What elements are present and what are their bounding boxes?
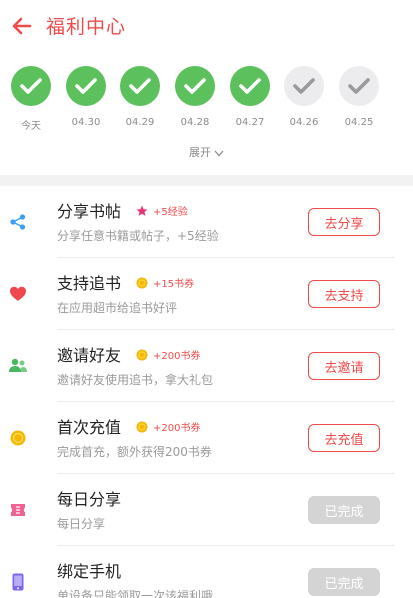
coin-icon [136, 421, 148, 432]
task-action-button[interactable]: 去分享 [308, 208, 380, 236]
task-completed-button: 已完成 [308, 568, 380, 596]
coin-icon [136, 277, 148, 288]
task-completed-button: 已完成 [308, 496, 380, 524]
friends-icon [8, 356, 28, 376]
task-action-button[interactable]: 去充值 [308, 424, 380, 452]
task-row: 分享书帖 +5经验分享任意书籍或帖子，+5经验 去分享 [0, 186, 413, 258]
checkin-day-label: 04.26 [289, 117, 319, 128]
checkin-day-label: 04.29 [125, 117, 155, 128]
checkin-done-circle [120, 66, 160, 106]
task-row: 绑定手机单设备只能领取一次该福利哦 已完成 [0, 546, 413, 598]
checkin-done-circle [11, 66, 51, 106]
page-title: 福利中心 [46, 16, 127, 38]
checkin-day: 今天 [8, 66, 54, 132]
phone-icon [8, 572, 28, 592]
checkin-day: 04.27 [227, 66, 273, 128]
task-reward: +200书券 [136, 419, 200, 434]
task-title: 支持追书 [57, 274, 122, 293]
section-divider [0, 175, 413, 186]
header: 福利中心 [0, 0, 413, 52]
star-icon [136, 205, 148, 216]
task-action-button[interactable]: 去邀请 [308, 352, 380, 380]
task-reward-label: +5经验 [153, 207, 188, 218]
checkin-day: 04.30 [63, 66, 109, 128]
check-icon [239, 78, 261, 94]
checkin-row: 今天 04.30 04.29 04.28 04.27 04.26 04.25 [0, 66, 413, 136]
task-reward-label: +200书券 [153, 423, 201, 434]
checkin-day-label: 04.25 [344, 117, 374, 128]
task-description: 在应用超市给追书好评 [57, 301, 178, 315]
check-icon [129, 78, 151, 94]
task-row: 支持追书 +15书券在应用超市给追书好评 去支持 [0, 258, 413, 330]
check-icon [20, 78, 42, 94]
task-row: 每日分享 每日分享 已完成 [0, 474, 413, 546]
ticket-icon [8, 500, 28, 520]
task-title: 绑定手机 [57, 562, 122, 581]
heart-icon [8, 284, 28, 304]
checkin-day: 04.29 [117, 66, 163, 128]
check-icon [348, 78, 370, 94]
task-reward: +5经验 [136, 203, 188, 218]
coin-icon [8, 428, 28, 448]
task-description: 邀请好友使用追书，拿大礼包 [57, 373, 214, 387]
task-description: 完成首充，额外获得200书券 [57, 445, 212, 459]
task-action-button[interactable]: 去支持 [308, 280, 380, 308]
checkin-pending-circle [284, 66, 324, 106]
task-row: 邀请好友 +200书券邀请好友使用追书，拿大礼包 去邀请 [0, 330, 413, 402]
expand-button[interactable]: 展开 [0, 144, 413, 160]
check-icon [293, 78, 315, 94]
checkin-pending-circle [339, 66, 379, 106]
share-icon [8, 212, 28, 232]
task-description: 分享任意书籍或帖子，+5经验 [57, 229, 219, 243]
checkin-day-label: 04.28 [180, 117, 210, 128]
task-title: 每日分享 [57, 490, 122, 509]
checkin-day-label: 04.30 [71, 117, 101, 128]
check-icon [184, 78, 206, 94]
checkin-done-circle [175, 66, 215, 106]
chevron-down-icon [214, 150, 224, 156]
task-title: 邀请好友 [57, 346, 122, 365]
checkin-day: 04.28 [172, 66, 218, 128]
task-reward: +200书券 [136, 347, 200, 362]
task-reward-label: +15书券 [153, 279, 195, 290]
task-description: 单设备只能领取一次该福利哦 [57, 589, 214, 598]
expand-label: 展开 [189, 146, 211, 159]
checkin-day: 04.26 [281, 66, 327, 128]
task-reward-label: +200书券 [153, 351, 201, 362]
check-icon [75, 78, 97, 94]
checkin-day-label: 今天 [21, 121, 41, 132]
checkin-done-circle [230, 66, 270, 106]
checkin-done-circle [66, 66, 106, 106]
arrow-left-icon[interactable] [10, 14, 34, 38]
checkin-day: 04.25 [336, 66, 382, 128]
coin-icon [136, 349, 148, 360]
task-reward: +15书券 [136, 275, 194, 290]
task-title: 分享书帖 [57, 202, 122, 221]
task-row: 首次充值 +200书券完成首充，额外获得200书券 去充值 [0, 402, 413, 474]
checkin-day-label: 04.27 [235, 117, 265, 128]
task-description: 每日分享 [57, 517, 106, 531]
task-title: 首次充值 [57, 418, 122, 437]
